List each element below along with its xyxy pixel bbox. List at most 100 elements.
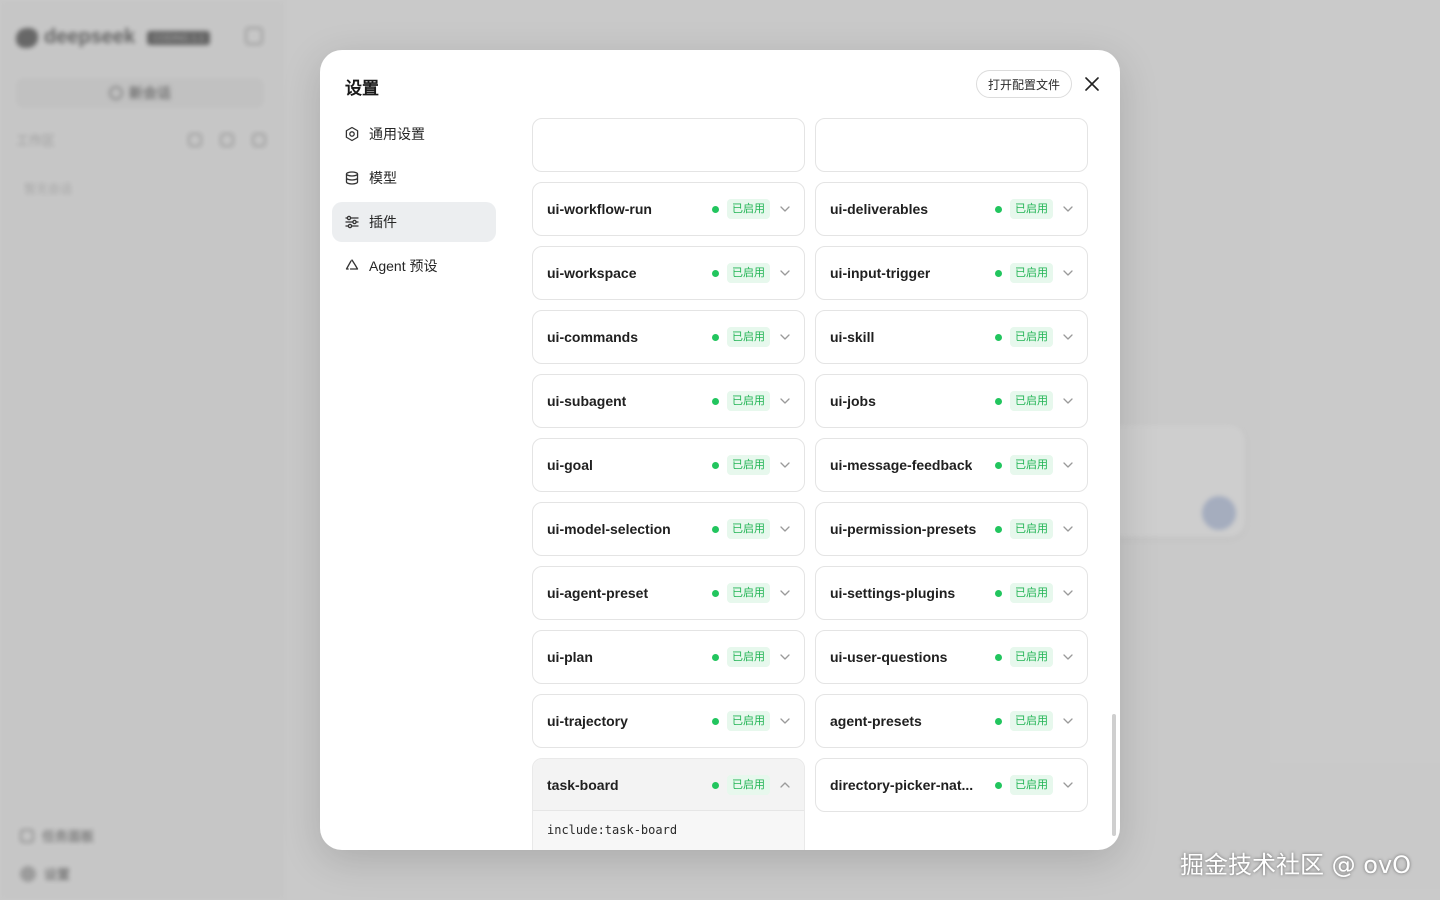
plugin-name: ui-workflow-run [547,201,652,217]
status-badge: 已启用 [1010,711,1053,731]
plugin-card[interactable]: ui-settings-plugins 已启用 [815,566,1088,620]
chevron-down-icon[interactable] [1062,459,1074,471]
status-dot [712,782,719,789]
close-icon [1085,77,1099,91]
chevron-down-icon[interactable] [779,523,791,535]
nav-item-label: Agent 预设 [369,258,438,274]
chevron-down-icon[interactable] [1062,267,1074,279]
plugin-card[interactable]: ui-input-trigger 已启用 [815,246,1088,300]
chevron-down-icon[interactable] [1062,395,1074,407]
plugin-card[interactable]: task-board已启用include:task-board配置状态已启用Co… [532,758,805,850]
chevron-down-icon[interactable] [1062,587,1074,599]
status-dot [712,206,719,213]
plugin-name: ui-settings-plugins [830,585,956,601]
plugin-card[interactable]: ui-agent-preset 已启用 [532,566,805,620]
plugin-name: ui-model-selection [547,521,671,537]
plugin-name: ui-workspace [547,265,637,281]
chevron-down-icon[interactable] [1062,203,1074,215]
status-dot [995,270,1002,277]
chevron-down-icon[interactable] [779,395,791,407]
plugin-card[interactable]: ui-trajectory 已启用 [532,694,805,748]
status-badge: 已启用 [1010,455,1053,475]
status-badge: 已启用 [1010,775,1053,795]
plugin-card[interactable]: ui-user-questions 已启用 [815,630,1088,684]
status-dot [712,334,719,341]
chevron-down-icon[interactable] [779,203,791,215]
plugin-name: ui-goal [547,457,593,473]
settings-nav: 通用设置 模型 插件 Agent 预设 [332,114,496,290]
status-dot [995,654,1002,661]
plugin-card[interactable]: ui-workflow-run 已启用 [532,182,805,236]
chevron-down-icon[interactable] [779,331,791,343]
plugin-name: ui-message-feedback [830,457,973,473]
status-badge: 已启用 [727,455,770,475]
status-badge: 已启用 [727,647,770,667]
plugin-card[interactable]: agent-presets 已启用 [815,694,1088,748]
chevron-down-icon[interactable] [1062,331,1074,343]
status-dot [712,718,719,725]
status-dot [995,590,1002,597]
chevron-down-icon[interactable] [1062,715,1074,727]
plugin-card[interactable]: ui-subagent 已启用 [532,374,805,428]
plugin-card[interactable]: directory-picker-nat... 已启用 [815,758,1088,812]
status-badge: 已启用 [1010,519,1053,539]
open-config-button[interactable]: 打开配置文件 [976,70,1073,98]
status-badge: 已启用 [727,263,770,283]
plugin-name: ui-permission-presets [830,521,977,537]
settings-modal: 设置 打开配置文件 通用设置 模型 插件 Agent 预设 ui-workflo… [320,50,1120,850]
plugin-card[interactable]: ui-commands 已启用 [532,310,805,364]
plugin-card[interactable]: ui-jobs 已启用 [815,374,1088,428]
status-dot [995,782,1002,789]
chevron-down-icon[interactable] [779,715,791,727]
config-status-value: 已启用 [633,849,669,850]
close-button[interactable] [1080,72,1104,96]
status-dot [712,526,719,533]
status-dot [995,462,1002,469]
plugin-card[interactable]: ui-deliverables 已启用 [815,182,1088,236]
chevron-down-icon[interactable] [1062,651,1074,663]
chevron-down-icon[interactable] [1062,779,1074,791]
chevron-up-icon[interactable] [779,779,791,791]
status-dot [995,718,1002,725]
plugin-card[interactable]: ui-message-feedback 已启用 [815,438,1088,492]
plugin-name: ui-skill [830,329,875,345]
plugin-card-partial[interactable] [532,118,805,172]
chevron-down-icon[interactable] [779,267,791,279]
nav-item-label: 模型 [369,170,397,186]
include-path: include:task-board [547,823,678,837]
status-badge: 已启用 [727,519,770,539]
status-dot [712,398,719,405]
chevron-down-icon[interactable] [779,651,791,663]
plugin-name: ui-subagent [547,393,627,409]
status-dot [712,654,719,661]
nav-item-agent-presets[interactable]: Agent 预设 [332,246,496,286]
plugin-name: agent-presets [830,713,922,729]
chevron-down-icon[interactable] [779,587,791,599]
chevron-down-icon[interactable] [1062,523,1074,535]
nav-item-general[interactable]: 通用设置 [332,114,496,154]
plugin-card[interactable]: ui-plan 已启用 [532,630,805,684]
plugin-card[interactable]: ui-model-selection 已启用 [532,502,805,556]
plugin-card[interactable]: ui-workspace 已启用 [532,246,805,300]
plugin-card[interactable]: ui-skill 已启用 [815,310,1088,364]
nav-item-model[interactable]: 模型 [332,158,496,198]
scrollbar[interactable] [1112,714,1116,836]
status-badge: 已启用 [727,711,770,731]
plugin-name: ui-input-trigger [830,265,931,281]
plugin-card[interactable]: ui-permission-presets 已启用 [815,502,1088,556]
status-badge: 已启用 [1010,263,1053,283]
status-dot [995,526,1002,533]
chevron-down-icon[interactable] [779,459,791,471]
status-dot [712,462,719,469]
status-badge: 已启用 [727,327,770,347]
status-badge: 已启用 [727,775,770,795]
status-badge: 已启用 [1010,327,1053,347]
gear-icon [345,126,359,142]
nav-item-plugins[interactable]: 插件 [332,202,496,242]
status-badge: 已启用 [727,391,770,411]
plugin-name: ui-agent-preset [547,585,649,601]
plugin-card-partial[interactable] [815,118,1088,172]
status-badge: 已启用 [1010,647,1053,667]
plugin-name: ui-trajectory [547,713,628,729]
plugin-card[interactable]: ui-goal 已启用 [532,438,805,492]
